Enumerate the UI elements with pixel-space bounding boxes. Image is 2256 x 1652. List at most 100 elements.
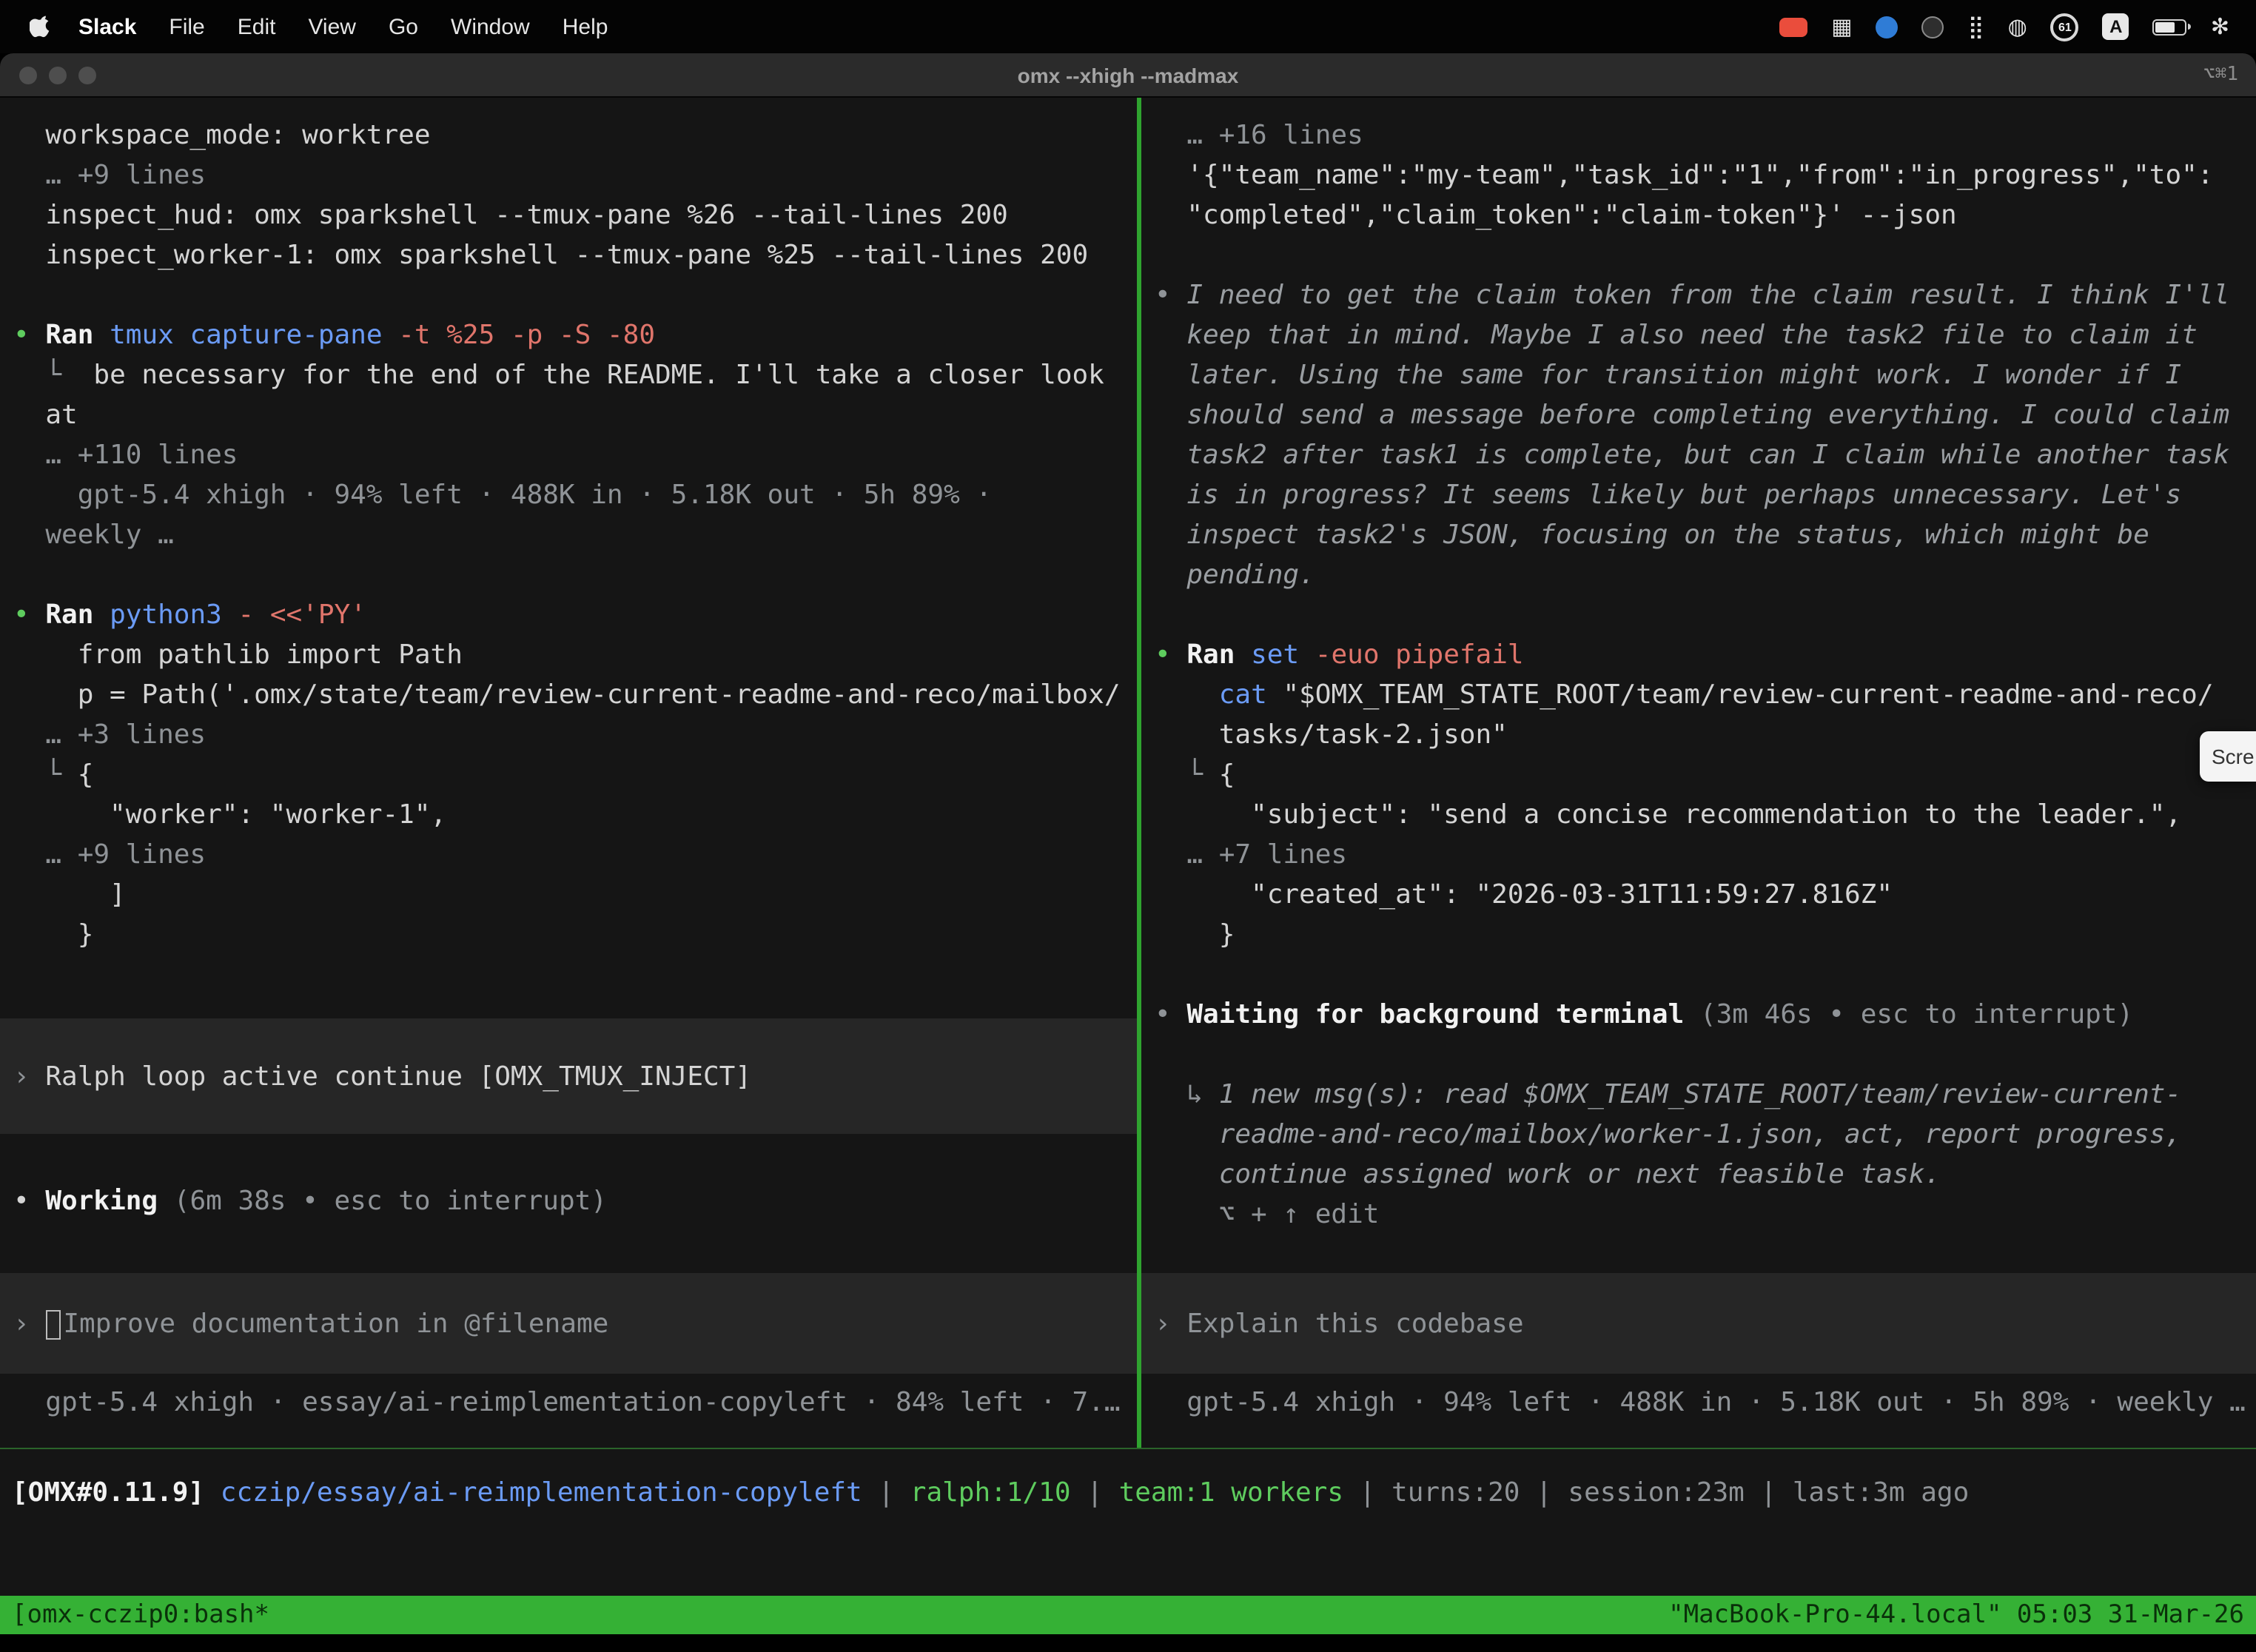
terminal-line: workspace_mode: worktree	[13, 115, 1137, 155]
terminal-line: p = Path('.omx/state/team/review-current…	[13, 675, 1137, 715]
terminal-line: └ {	[1155, 755, 2256, 795]
tmux-session-label: [omx-cczip0:bash*	[12, 1600, 269, 1630]
omx-hud-status: [OMX#0.11.9] cczip/essay/ai-reimplementa…	[0, 1448, 2256, 1596]
terminal-line: • Working (6m 38s • esc to interrupt)	[13, 1181, 1137, 1221]
terminal-line: weekly …	[13, 515, 1137, 555]
terminal-line: › Ralph loop active continue [OMX_TMUX_I…	[13, 1056, 751, 1096]
terminal-line: • Ran tmux capture-pane -t %25 -p -S -80	[13, 315, 1137, 355]
terminal-line: later. Using the same for transition mig…	[1155, 355, 2256, 395]
terminal-line: … +110 lines	[13, 435, 1137, 475]
terminal-line: … +3 lines	[13, 715, 1137, 755]
terminal-line	[1155, 595, 2256, 635]
menu-item-go[interactable]: Go	[372, 14, 434, 39]
menu-item-file[interactable]: File	[152, 14, 221, 39]
terminal-line: • Waiting for background terminal (3m 46…	[1155, 995, 2256, 1035]
terminal-line: "subject": "send a concise recommendatio…	[1155, 795, 2256, 835]
menu-item-edit[interactable]: Edit	[221, 14, 292, 39]
terminal-line: ]	[13, 875, 1137, 915]
terminal-line: tasks/task-2.json"	[1155, 715, 2256, 755]
terminal-line: gpt-5.4 xhigh · essay/ai-reimplementatio…	[13, 1383, 1137, 1423]
menu-bar-left: Slack File Edit View Go Window Help	[0, 14, 624, 39]
terminal-line: cat "$OMX_TEAM_STATE_ROOT/team/review-cu…	[1155, 675, 2256, 715]
minimize-button[interactable]	[49, 66, 67, 84]
terminal-line: at	[13, 395, 1137, 435]
stats-fan-icon[interactable]: ✻	[2211, 13, 2229, 40]
zoom-button[interactable]	[78, 66, 96, 84]
terminal-line	[1155, 1035, 2256, 1075]
terminal-line: … +9 lines	[13, 835, 1137, 875]
keyboard-grid-icon[interactable]: ▦	[1831, 13, 1852, 40]
screenshot-notification[interactable]: Scre	[2200, 731, 2256, 782]
terminal-line	[13, 555, 1137, 595]
tmux-status-bar: [omx-cczip0:bash* "MacBook-Pro-44.local"…	[0, 1596, 2256, 1634]
terminal-line: • Ran python3 - <<'PY'	[13, 595, 1137, 635]
text-cursor	[45, 1309, 60, 1339]
terminal-line: }	[1155, 915, 2256, 955]
macos-menu-bar: Slack File Edit View Go Window Help ▦ ⣿ …	[0, 0, 2256, 53]
terminal-line: inspect_worker-1: omx sparkshell --tmux-…	[13, 235, 1137, 275]
menu-item-view[interactable]: View	[292, 14, 372, 39]
left-session-footer: gpt-5.4 xhigh · essay/ai-reimplementatio…	[0, 1383, 1137, 1423]
right-pane-output: … +16 lines '{"team_name":"my-team","tas…	[1141, 98, 2256, 1235]
terminal: workspace_mode: worktree … +9 lines insp…	[0, 98, 2256, 1448]
terminal-line: … +7 lines	[1155, 835, 2256, 875]
terminal-line: ↳ 1 new msg(s): read $OMX_TEAM_STATE_ROO…	[1155, 1075, 2256, 1115]
terminal-line: inspect_hud: omx sparkshell --tmux-pane …	[13, 195, 1137, 235]
tmux-host-clock: "MacBook-Pro-44.local" 05:03 31-Mar-26	[1668, 1600, 2244, 1630]
menu-item-help[interactable]: Help	[546, 14, 625, 39]
terminal-line: task2 after task1 is complete, but can I…	[1155, 435, 2256, 475]
left-prompt-input[interactable]: › Improve documentation in @filename	[0, 1273, 1137, 1374]
battery-percent-icon[interactable]: 61	[2051, 13, 2079, 41]
terminal-line: "worker": "worker-1",	[13, 795, 1137, 835]
dark-app-icon[interactable]	[1922, 16, 1944, 38]
blue-app-icon[interactable]	[1876, 16, 1899, 38]
terminal-line: keep that in mind. Maybe I also need the…	[1155, 315, 2256, 355]
terminal-line: › Explain this codebase	[1155, 1303, 1524, 1343]
input-source-icon[interactable]: A	[2103, 13, 2129, 40]
terminal-line: inspect task2's JSON, focusing on the st…	[1155, 515, 2256, 555]
window-title: omx --xhigh --madmax	[1018, 63, 1239, 87]
terminal-line: from pathlib import Path	[13, 635, 1137, 675]
close-button[interactable]	[19, 66, 37, 84]
terminal-line: • Ran set -euo pipefail	[1155, 635, 2256, 675]
menu-item-window[interactable]: Window	[434, 14, 546, 39]
apple-menu-icon[interactable]	[30, 15, 53, 38]
working-status-line: • Working (6m 38s • esc to interrupt)	[0, 1181, 1137, 1221]
menu-app-name[interactable]: Slack	[62, 14, 152, 39]
terminal-line: … +16 lines	[1155, 115, 2256, 155]
menu-bar-status-icons: ▦ ⣿ ◍ 61 A ✻	[1779, 13, 2256, 41]
terminal-line: "completed","claim_token":"claim-token"}…	[1155, 195, 2256, 235]
terminal-line: gpt-5.4 xhigh · 94% left · 488K in · 5.1…	[1155, 1383, 2256, 1423]
utility-app-icon[interactable]: ◍	[2008, 13, 2027, 40]
terminal-line: is in progress? It seems likely but perh…	[1155, 475, 2256, 515]
terminal-line	[1155, 955, 2256, 995]
bottom-strip	[0, 1634, 2256, 1652]
right-prompt-input[interactable]: › Explain this codebase	[1141, 1273, 2256, 1374]
dots-grid-icon[interactable]: ⣿	[1968, 13, 1984, 40]
traffic-lights	[19, 66, 96, 84]
tmux-pane-left[interactable]: workspace_mode: worktree … +9 lines insp…	[0, 98, 1137, 1448]
terminal-line: └ be necessary for the end of the README…	[13, 355, 1137, 395]
ralph-loop-banner: › Ralph loop active continue [OMX_TMUX_I…	[0, 1018, 1137, 1134]
terminal-line: gpt-5.4 xhigh · 94% left · 488K in · 5.1…	[13, 475, 1137, 515]
battery-icon[interactable]	[2153, 19, 2187, 35]
terminal-line	[1155, 235, 2256, 275]
screen-recording-indicator-icon[interactable]	[1779, 17, 1807, 36]
screen: Slack File Edit View Go Window Help ▦ ⣿ …	[0, 0, 2256, 1652]
terminal-line: └ {	[13, 755, 1137, 795]
terminal-line: • I need to get the claim token from the…	[1155, 275, 2256, 315]
terminal-line: }	[13, 915, 1137, 955]
terminal-line	[13, 275, 1137, 315]
terminal-line: '{"team_name":"my-team","task_id":"1","f…	[1155, 155, 2256, 195]
tmux-pane-right[interactable]: … +16 lines '{"team_name":"my-team","tas…	[1141, 98, 2256, 1448]
terminal-line: "created_at": "2026-03-31T11:59:27.816Z"	[1155, 875, 2256, 915]
window-title-bar: omx --xhigh --madmax ⌥⌘1	[0, 53, 2256, 98]
terminal-line: › Improve documentation in @filename	[13, 1303, 608, 1343]
window-shortcut-badge: ⌥⌘1	[2203, 64, 2238, 86]
terminal-line: [OMX#0.11.9] cczip/essay/ai-reimplementa…	[12, 1473, 2256, 1513]
terminal-line: ⌥ + ↑ edit	[1155, 1195, 2256, 1235]
terminal-line: continue assigned work or next feasible …	[1155, 1155, 2256, 1195]
terminal-line: … +9 lines	[13, 155, 1137, 195]
terminal-line: readme-and-reco/mailbox/worker-1.json, a…	[1155, 1115, 2256, 1155]
terminal-line: pending.	[1155, 555, 2256, 595]
